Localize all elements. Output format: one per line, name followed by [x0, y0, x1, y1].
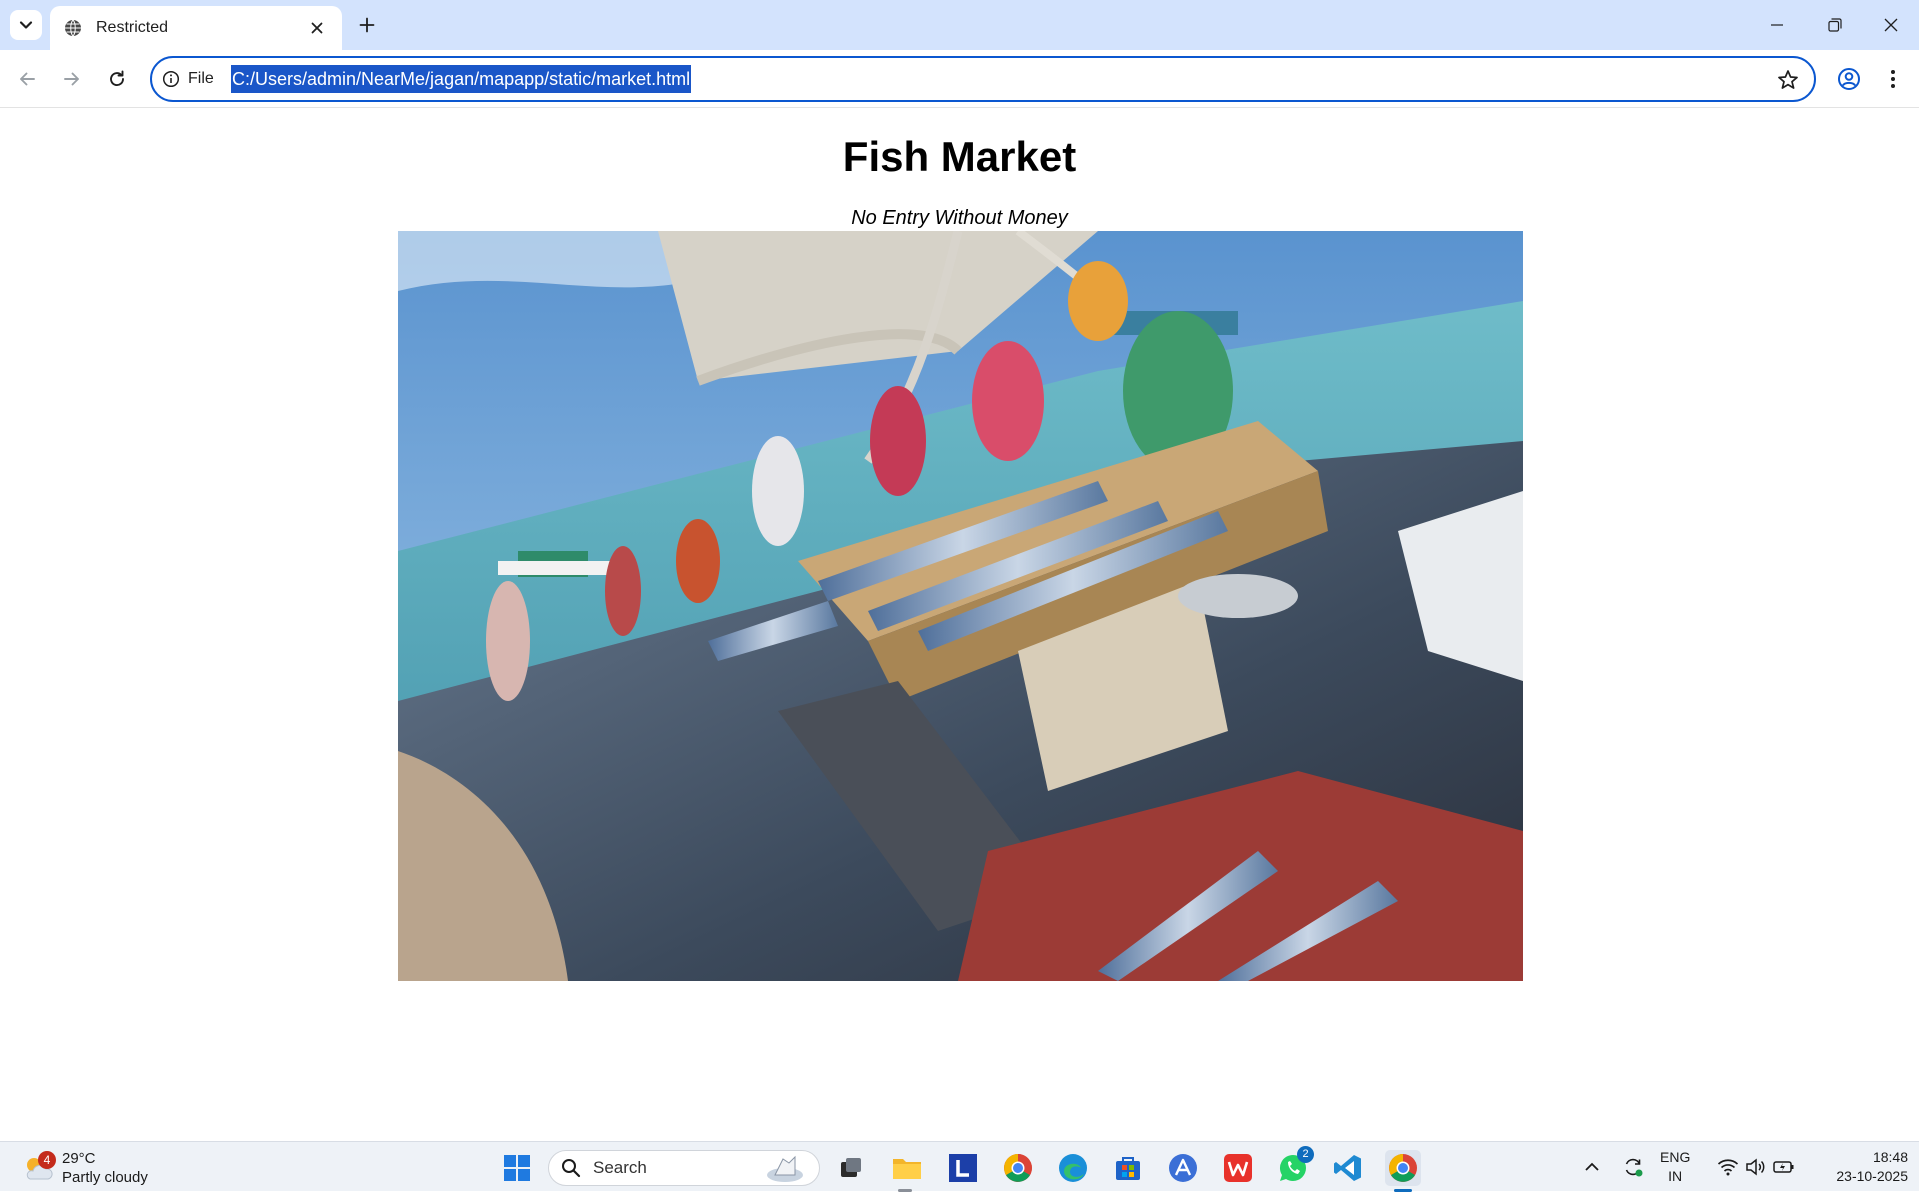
page-subtitle: No Entry Without Money: [851, 207, 1068, 229]
task-view-button[interactable]: [833, 1150, 869, 1186]
site-info-button[interactable]: File: [162, 66, 214, 92]
back-button[interactable]: [10, 62, 44, 96]
url-text[interactable]: C:/Users/admin/NearMe/jagan/mapapp/stati…: [231, 65, 692, 93]
restore-button[interactable]: [1806, 0, 1864, 50]
close-window-button[interactable]: [1862, 0, 1919, 50]
chevron-down-icon: [19, 21, 33, 29]
windows-logo-icon: [504, 1155, 530, 1181]
language-code: ENG: [1660, 1149, 1691, 1165]
address-bar[interactable]: File C:/Users/admin/NearMe/jagan/mapapp/…: [150, 56, 1816, 102]
chrome-active-button[interactable]: [1385, 1150, 1421, 1186]
whatsapp-button[interactable]: 2: [1275, 1146, 1314, 1186]
edge-button[interactable]: [1055, 1150, 1091, 1186]
new-tab-button[interactable]: [352, 10, 382, 40]
vs-code-icon: [1334, 1155, 1361, 1181]
clock-time: 18:48: [1872, 1149, 1908, 1165]
profile-button[interactable]: [1832, 62, 1866, 96]
start-button[interactable]: [499, 1150, 535, 1186]
web-page: Fish Market No Entry Without Money: [0, 109, 1919, 1141]
forward-arrow-icon: [64, 72, 79, 86]
page-title: Fish Market: [842, 133, 1077, 180]
plus-icon: [359, 17, 375, 33]
close-icon: [311, 22, 323, 34]
globe-icon: [65, 19, 81, 37]
reload-icon: [110, 70, 124, 87]
chevron-up-icon: [1585, 1162, 1599, 1171]
minimize-icon: [1771, 24, 1783, 26]
vs-code-button[interactable]: [1330, 1150, 1366, 1186]
weather-badge: 4: [38, 1151, 56, 1169]
file-explorer-button[interactable]: [889, 1150, 925, 1186]
chrome-icon: [1389, 1154, 1417, 1182]
tab-title: Restricted: [96, 19, 169, 36]
search-highlight-icon: [767, 1155, 803, 1182]
sync-status-button[interactable]: [1618, 1142, 1648, 1192]
market-photo: [398, 231, 1523, 981]
tab-close-button[interactable]: [306, 17, 328, 39]
star-icon[interactable]: [1776, 68, 1800, 92]
weather-temperature: 29°C: [62, 1150, 96, 1167]
battery-charging-icon: [1773, 1161, 1794, 1173]
profile-icon: [1838, 68, 1860, 90]
browser-menu-button[interactable]: [1876, 62, 1910, 96]
wifi-button[interactable]: [1714, 1142, 1742, 1192]
restore-icon: [1828, 18, 1842, 32]
ai-app-button[interactable]: [1165, 1150, 1201, 1186]
search-icon: [562, 1159, 581, 1178]
tab-search-button[interactable]: [10, 10, 42, 40]
language-region: IN: [1668, 1168, 1683, 1184]
site-info-label: File: [188, 70, 214, 87]
chrome-icon: [1004, 1154, 1032, 1182]
edge-icon: [1059, 1154, 1087, 1182]
forward-button[interactable]: [55, 62, 89, 96]
weather-condition: Partly cloudy: [62, 1169, 148, 1186]
sync-icon: [1625, 1158, 1643, 1177]
wps-office-button[interactable]: [1220, 1150, 1256, 1186]
search-label: Search: [593, 1158, 647, 1177]
info-icon: [162, 70, 180, 88]
clock[interactable]: 18:48 23-10-2025: [1812, 1148, 1908, 1186]
battery-button[interactable]: [1770, 1142, 1798, 1192]
kebab-menu-icon: [1891, 70, 1895, 88]
folder-icon: [893, 1159, 921, 1179]
show-hidden-icons-button[interactable]: [1578, 1142, 1606, 1192]
tab-restricted[interactable]: Restricted: [50, 6, 342, 50]
reload-button[interactable]: [100, 62, 134, 96]
wps-office-icon: [1224, 1154, 1252, 1182]
browser-toolbar: File C:/Users/admin/NearMe/jagan/mapapp/…: [0, 50, 1919, 108]
task-view-icon: [841, 1158, 861, 1177]
volume-button[interactable]: [1742, 1142, 1770, 1192]
close-icon: [1884, 18, 1898, 32]
windows-taskbar: 4 29°C Partly cloudy Search 2 ENG IN 18:…: [0, 1141, 1919, 1192]
l-app-button[interactable]: [945, 1150, 981, 1186]
l-app-icon: [949, 1154, 977, 1182]
wifi-icon: [1717, 1159, 1739, 1176]
whatsapp-badge: 2: [1297, 1146, 1314, 1163]
clock-date: 23-10-2025: [1836, 1168, 1908, 1184]
volume-icon: [1746, 1158, 1765, 1176]
chrome-button[interactable]: [1000, 1150, 1036, 1186]
minimize-button[interactable]: [1748, 0, 1806, 50]
language-indicator[interactable]: ENG IN: [1660, 1148, 1690, 1186]
ai-app-icon: [1169, 1154, 1197, 1182]
back-arrow-icon: [20, 72, 35, 86]
browser-tab-strip: Restricted: [0, 0, 1919, 50]
store-icon: [1116, 1157, 1140, 1180]
weather-widget[interactable]: 4 29°C Partly cloudy: [22, 1149, 148, 1187]
taskbar-search[interactable]: Search: [548, 1150, 820, 1186]
photo-of-fish-market: [398, 231, 1523, 981]
microsoft-store-button[interactable]: [1110, 1150, 1146, 1186]
